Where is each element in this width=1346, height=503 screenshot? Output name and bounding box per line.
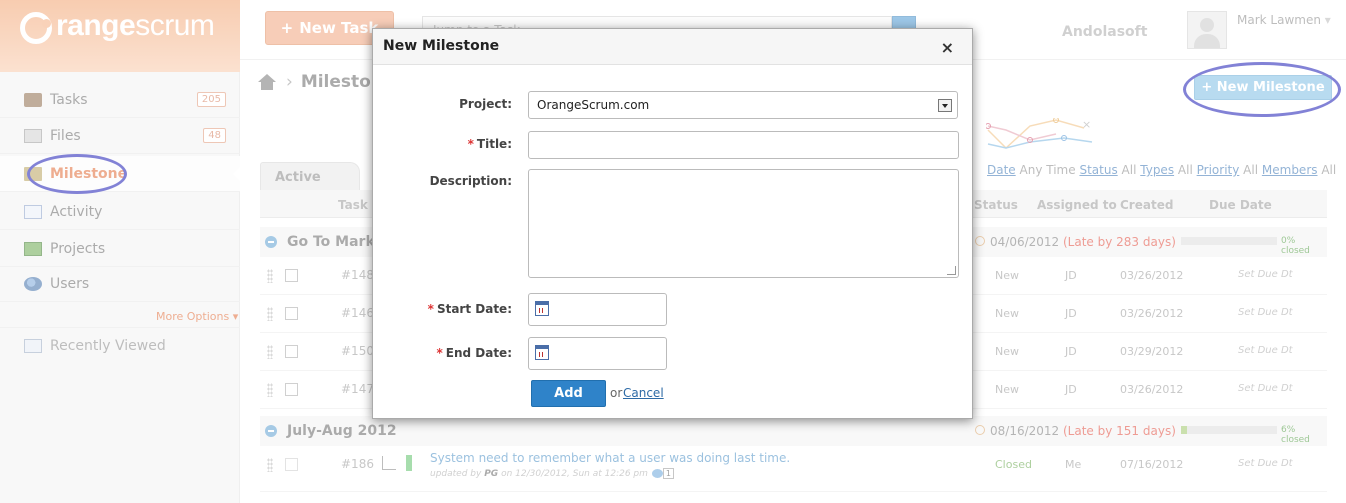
close-icon[interactable]: × [941,38,954,57]
start-date-field[interactable] [528,293,667,326]
description-label: Description: [429,174,512,188]
title-input[interactable] [528,131,959,159]
calendar-icon[interactable] [535,345,549,360]
dialog-title: New Milestone [373,29,972,65]
cancel-link[interactable]: Cancel [623,386,664,400]
calendar-icon[interactable] [535,301,549,316]
add-button[interactable]: Add [531,380,606,407]
new-milestone-dialog: New Milestone × Project: OrangeScrum.com… [372,28,973,419]
chevron-down-icon[interactable] [938,99,952,112]
title-label: * Title: [467,137,512,151]
project-label: Project: [459,97,512,111]
end-date-field[interactable] [528,337,667,370]
or-text: or [610,386,623,400]
project-select[interactable]: OrangeScrum.com [528,91,958,119]
start-date-label: * Start Date: [427,302,512,316]
end-date-label: * End Date: [436,346,512,360]
description-textarea[interactable] [528,169,959,278]
